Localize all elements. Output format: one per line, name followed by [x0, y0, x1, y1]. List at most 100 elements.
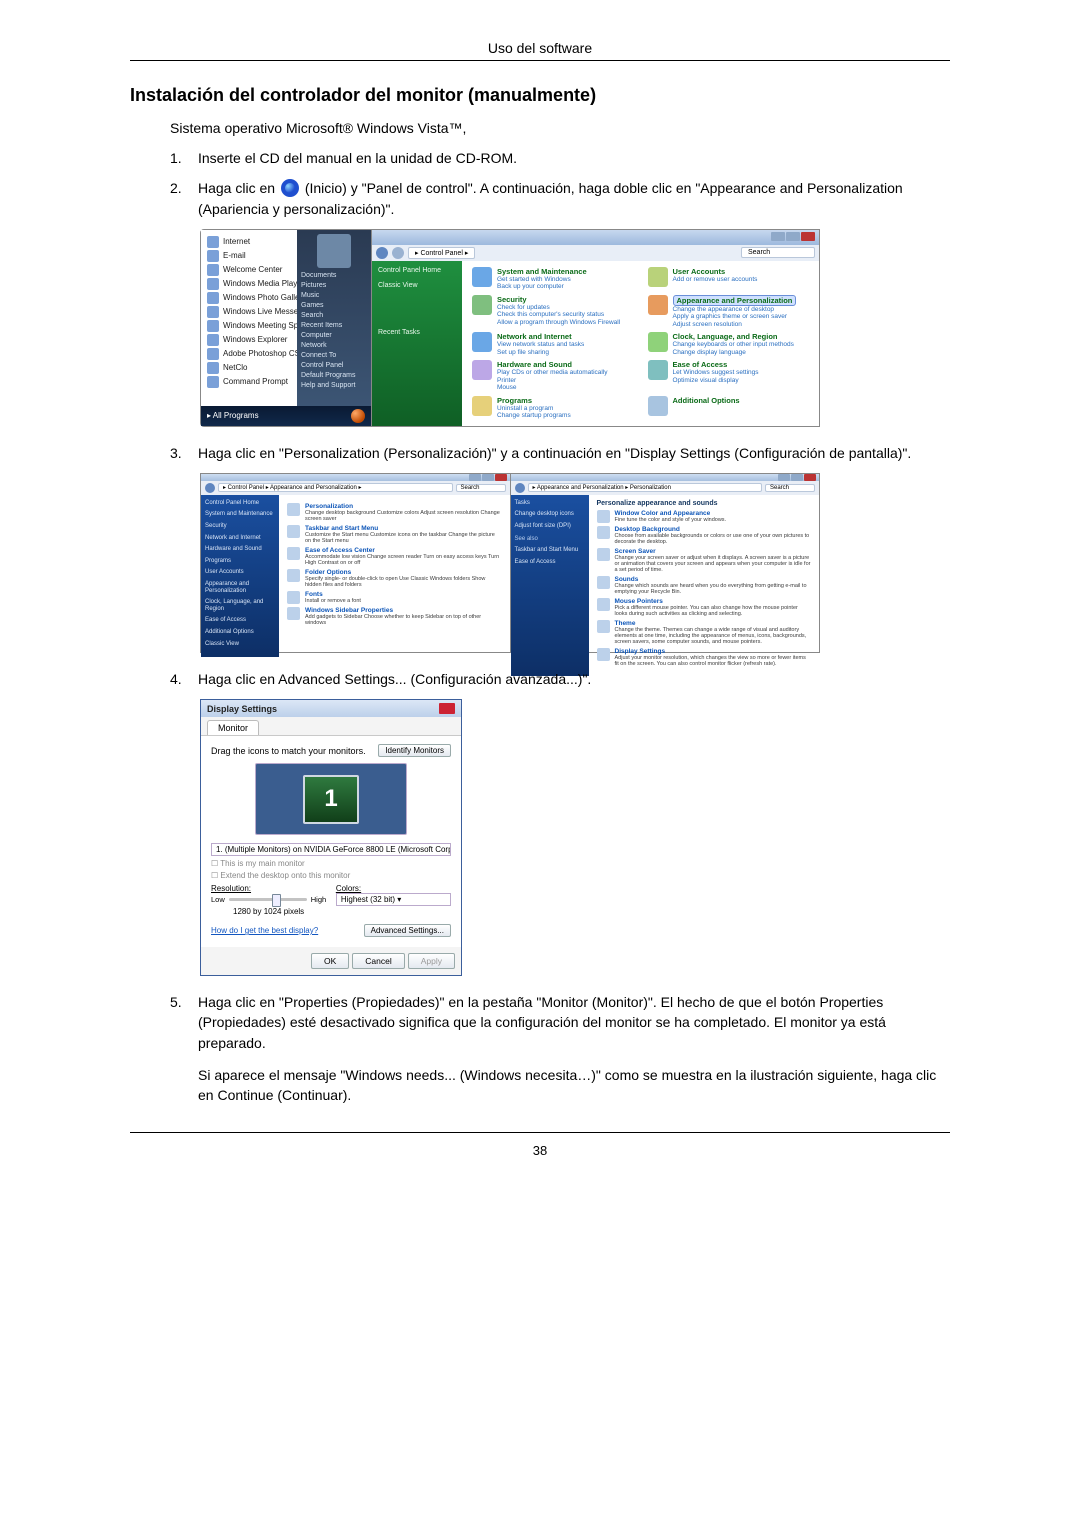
cp-category[interactable]: Hardware and SoundPlay CDs or other medi… — [472, 360, 634, 391]
appearance-item[interactable]: Windows Sidebar PropertiesAdd gadgets to… — [287, 607, 502, 626]
sidebar-item[interactable]: Change desktop icons — [515, 511, 585, 518]
startmenu-category[interactable]: Control Panel — [301, 362, 367, 369]
cp-category[interactable]: User AccountsAdd or remove user accounts — [648, 267, 810, 291]
nav-back-icon[interactable] — [376, 247, 388, 259]
cp-category[interactable]: Network and InternetView network status … — [472, 332, 634, 356]
colors-select[interactable]: Highest (32 bit) ▾ — [336, 893, 451, 906]
all-programs-link[interactable]: ▸ All Programs — [207, 411, 259, 420]
display-settings-dialog: Display Settings Monitor Drag the icons … — [200, 699, 462, 976]
see-also-link[interactable]: Taskbar and Start Menu — [515, 547, 585, 554]
sidebar-item[interactable]: User Accounts — [205, 569, 275, 576]
appearance-item[interactable]: Taskbar and Start MenuCustomize the Star… — [287, 525, 502, 544]
nav-fwd-icon[interactable] — [392, 247, 404, 259]
startmenu-category[interactable]: Documents — [301, 272, 367, 279]
cancel-button[interactable]: Cancel — [352, 953, 404, 969]
start-orb-icon — [281, 179, 299, 197]
monitor-select[interactable]: 1. (Multiple Monitors) on NVIDIA GeForce… — [211, 843, 451, 856]
personalize-item[interactable]: Screen SaverChange your screen saver or … — [597, 548, 812, 573]
startmenu-category[interactable]: Connect To — [301, 352, 367, 359]
ok-button[interactable]: OK — [311, 953, 349, 969]
startmenu-category[interactable]: Default Programs — [301, 372, 367, 379]
personalize-item[interactable]: Desktop BackgroundChoose from available … — [597, 526, 812, 545]
cp-category[interactable]: SecurityCheck for updatesCheck this comp… — [472, 295, 634, 328]
sidebar-item[interactable]: Security — [205, 523, 275, 530]
startmenu-category[interactable]: Games — [301, 302, 367, 309]
step-text-part: Haga clic en — [198, 180, 279, 196]
page-number: 38 — [130, 1143, 950, 1158]
app-icon — [207, 250, 219, 262]
step-text: Haga clic en "Properties (Propiedades)" … — [198, 992, 950, 1105]
cp-category[interactable]: Additional Options — [648, 396, 810, 420]
appearance-item[interactable]: PersonalizationChange desktop background… — [287, 503, 502, 522]
personalize-item[interactable]: ThemeChange the theme. Themes can change… — [597, 620, 812, 645]
cp-category[interactable]: ProgramsUninstall a programChange startu… — [472, 396, 634, 420]
personalize-item[interactable]: Mouse PointersPick a different mouse poi… — [597, 598, 812, 617]
app-icon — [207, 348, 219, 360]
see-also-heading: See also — [515, 536, 585, 543]
cp-category[interactable]: Appearance and PersonalizationChange the… — [648, 295, 810, 328]
cp-classic-link[interactable]: Classic View — [378, 282, 456, 289]
appearance-item[interactable]: Ease of Access CenterAccommodate low vis… — [287, 547, 502, 566]
personalize-item[interactable]: Window Color and AppearanceFine tune the… — [597, 510, 812, 523]
advanced-settings-button[interactable]: Advanced Settings... — [364, 924, 451, 937]
sidebar-item[interactable]: Adjust font size (DPI) — [515, 523, 585, 530]
sidebar-item[interactable]: Clock, Language, and Region — [205, 599, 275, 612]
step-number: 3. — [170, 443, 198, 463]
category-icon — [472, 267, 492, 287]
sidebar-item[interactable]: Tasks — [515, 500, 585, 507]
help-link[interactable]: How do I get the best display? — [211, 926, 318, 935]
nav-back-icon[interactable] — [515, 483, 525, 493]
cp-category[interactable]: Ease of AccessLet Windows suggest settin… — [648, 360, 810, 391]
startmenu-category[interactable]: Recent Items — [301, 322, 367, 329]
step-text: Haga clic en (Inicio) y "Panel de contro… — [198, 178, 950, 219]
personalize-item[interactable]: SoundsChange which sounds are heard when… — [597, 576, 812, 595]
app-icon — [207, 362, 219, 374]
category-icon — [648, 360, 668, 380]
window-controls[interactable] — [770, 232, 815, 243]
startmenu-category[interactable]: Search — [301, 312, 367, 319]
sidebar-item[interactable]: System and Maintenance — [205, 511, 275, 518]
intro-text: Sistema operativo Microsoft® Windows Vis… — [170, 120, 950, 136]
sidebar-item[interactable]: Additional Options — [205, 629, 275, 636]
nav-back-icon[interactable] — [205, 483, 215, 493]
screenshot-personalization: ▸ Control Panel ▸ Appearance and Persona… — [200, 473, 820, 653]
cp-category[interactable]: Clock, Language, and RegionChange keyboa… — [648, 332, 810, 356]
personalize-item[interactable]: Display SettingsAdjust your monitor reso… — [597, 648, 812, 667]
cp-home-link[interactable]: Control Panel Home — [378, 267, 456, 274]
sidebar-item[interactable]: Classic View — [205, 641, 275, 648]
monitor-preview[interactable]: 1 — [255, 763, 407, 835]
resolution-slider[interactable]: LowHigh — [211, 895, 326, 904]
resolution-value: 1280 by 1024 pixels — [211, 907, 326, 916]
appearance-item[interactable]: Folder OptionsSpecify single- or double-… — [287, 569, 502, 588]
app-icon — [207, 320, 219, 332]
breadcrumb[interactable]: ▸ Control Panel ▸ Appearance and Persona… — [218, 483, 453, 492]
item-icon — [597, 510, 610, 523]
appearance-item[interactable]: FontsInstall or remove a font — [287, 591, 502, 604]
startmenu-category[interactable]: Music — [301, 292, 367, 299]
search-input[interactable]: Search — [741, 247, 815, 258]
identify-monitors-button[interactable]: Identify Monitors — [378, 744, 451, 757]
screenshot-startmenu-controlpanel: InternetE-mailWelcome CenterWindows Medi… — [200, 229, 820, 427]
breadcrumb[interactable]: ▸ Control Panel ▸ — [408, 247, 475, 259]
step-text-part: (Inicio) y "Panel de control". A continu… — [198, 180, 903, 216]
startmenu-category[interactable]: Network — [301, 342, 367, 349]
sidebar-item[interactable]: Ease of Access — [205, 617, 275, 624]
breadcrumb[interactable]: ▸ Appearance and Personalization ▸ Perso… — [528, 483, 763, 492]
sidebar-item[interactable]: Hardware and Sound — [205, 546, 275, 553]
search-input[interactable]: Search — [456, 484, 506, 492]
see-also-link[interactable]: Ease of Access — [515, 559, 585, 566]
cp-category[interactable]: System and MaintenanceGet started with W… — [472, 267, 634, 291]
sidebar-item[interactable]: Control Panel Home — [205, 500, 275, 507]
startmenu-category[interactable]: Help and Support — [301, 382, 367, 389]
sidebar-item[interactable]: Programs — [205, 558, 275, 565]
search-input[interactable]: Search — [765, 484, 815, 492]
startmenu-category[interactable]: Pictures — [301, 282, 367, 289]
sidebar-item[interactable]: Network and Internet — [205, 535, 275, 542]
category-icon — [472, 396, 492, 416]
tab-monitor[interactable]: Monitor — [207, 720, 259, 735]
sidebar-item[interactable]: Appearance and Personalization — [205, 581, 275, 594]
close-icon[interactable] — [439, 703, 455, 714]
start-menu: InternetE-mailWelcome CenterWindows Medi… — [200, 229, 372, 427]
startmenu-category[interactable]: Computer — [301, 332, 367, 339]
power-icon[interactable] — [351, 409, 365, 423]
